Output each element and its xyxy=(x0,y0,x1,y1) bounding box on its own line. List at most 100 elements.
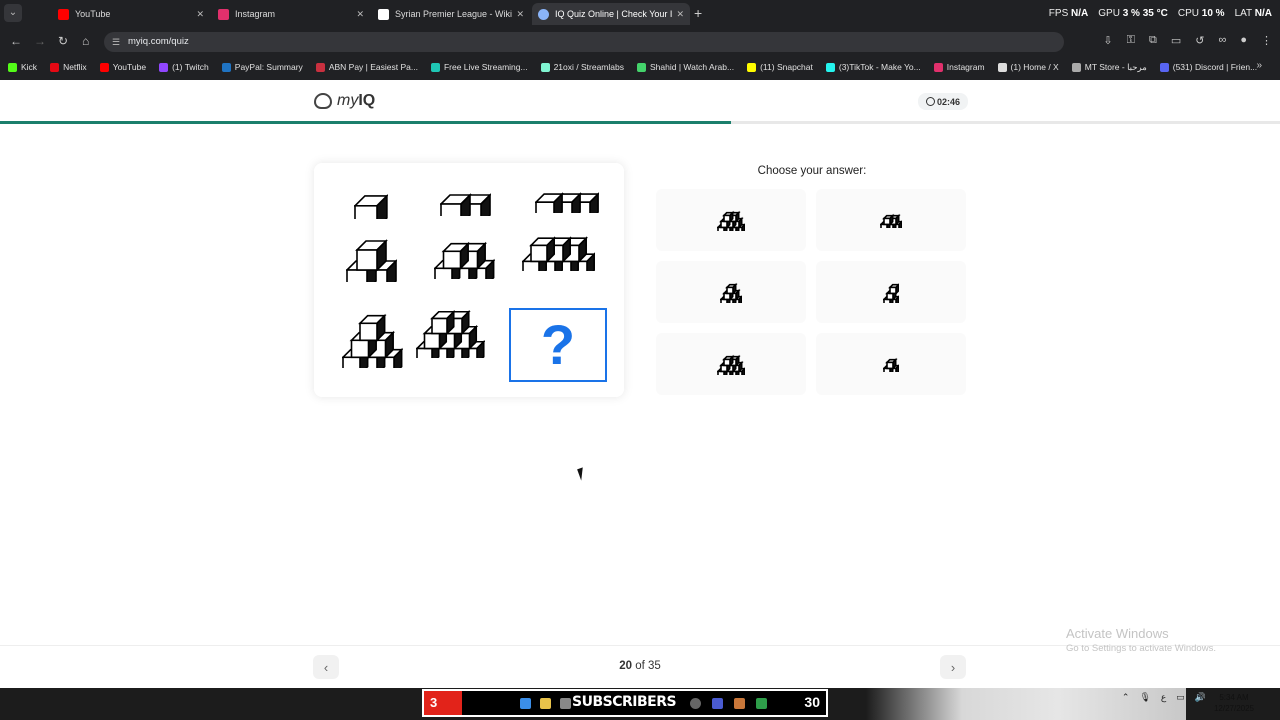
xbox-icon[interactable] xyxy=(756,698,767,709)
url-input[interactable]: ☰ myiq.com/quiz xyxy=(104,32,1064,52)
language-icon[interactable]: ع xyxy=(1161,692,1166,703)
new-tab-button[interactable]: + xyxy=(694,5,702,21)
page-icon xyxy=(538,8,549,20)
timer-value: 02:46 xyxy=(936,96,961,107)
puzzle-cell xyxy=(439,185,492,226)
volume-icon[interactable]: 🔊 xyxy=(1195,692,1206,703)
bookmark-label: (11) Snapchat xyxy=(760,62,813,72)
translate-icon[interactable]: ⧉ xyxy=(1149,34,1157,47)
link-icon[interactable]: ∞ xyxy=(1219,34,1227,47)
bookmark-label: Free Live Streaming... xyxy=(443,62,528,72)
bookmark-item[interactable]: YouTube xyxy=(99,62,146,72)
bookmark-icon xyxy=(997,62,1007,72)
url-text: myiq.com/quiz xyxy=(128,36,189,47)
tab-wikipedia[interactable]: Syrian Premier League - Wikipe ✕ xyxy=(372,3,530,25)
subscriber-banner: 3 SUBSCRIBERS 30 xyxy=(422,689,828,717)
bookmark-item[interactable]: MT Store - مرحبا xyxy=(1071,62,1147,73)
app-icon[interactable] xyxy=(690,698,701,709)
menu-icon[interactable]: ⋮ xyxy=(1261,34,1272,47)
bookmark-label: (1) Twitch xyxy=(172,62,209,72)
bookmark-item[interactable]: (531) Discord | Frien... xyxy=(1159,62,1258,72)
wikipedia-icon xyxy=(378,8,389,20)
bookmark-item[interactable]: Free Live Streaming... xyxy=(430,62,528,72)
answer-option-2[interactable] xyxy=(816,189,966,251)
bookmark-item[interactable]: Kick xyxy=(8,62,37,72)
bookmark-icon xyxy=(636,62,646,72)
bookmark-item[interactable]: PayPal: Summary xyxy=(221,62,303,72)
app-icon[interactable] xyxy=(560,698,571,709)
tab-search-icon[interactable]: ⌄ xyxy=(4,4,22,22)
progress-fill xyxy=(0,121,731,124)
chevron-up-icon[interactable]: ⌃ xyxy=(1122,692,1130,703)
system-clock[interactable]: 5:34 AM 12/27/2025 xyxy=(1208,692,1260,714)
banner-text: SUBSCRIBERS xyxy=(572,694,677,710)
brain-icon xyxy=(314,93,332,109)
bookmark-icon xyxy=(430,62,440,72)
close-icon[interactable]: ✕ xyxy=(676,9,684,20)
microphone-icon[interactable]: 🎙 xyxy=(1139,692,1150,703)
browser-chrome: ⌄ YouTube ✕ Instagram ✕ Syrian Premier L… xyxy=(0,0,1280,80)
history-icon[interactable]: ↺ xyxy=(1195,34,1204,47)
answer-option-4[interactable] xyxy=(816,261,966,323)
answer-option-5[interactable] xyxy=(656,333,806,395)
file-explorer-icon[interactable] xyxy=(540,698,551,709)
bookmark-item[interactable]: 21oxi / Streamlabs xyxy=(540,62,624,72)
question-mark-icon: ? xyxy=(540,313,576,376)
tab-label: IQ Quiz Online | Check Your IQ xyxy=(555,9,673,19)
bookmark-icon xyxy=(825,62,835,72)
wallet-icon[interactable]: ▭ xyxy=(1171,34,1181,47)
bookmark-label: ABN Pay | Easiest Pa... xyxy=(328,62,418,72)
bookmark-icon xyxy=(1071,62,1081,72)
network-icon[interactable]: ▭ xyxy=(1176,692,1185,703)
tab-label: Syrian Premier League - Wikipe xyxy=(395,9,513,19)
bookmark-label: (531) Discord | Frien... xyxy=(1172,62,1258,72)
answer-option-3[interactable] xyxy=(656,261,806,323)
download-icon[interactable]: ⇩ xyxy=(1103,34,1112,47)
previous-button[interactable]: ‹ xyxy=(313,655,339,679)
bookmark-item[interactable]: (1) Twitch xyxy=(159,62,209,72)
tab-youtube[interactable]: YouTube ✕ xyxy=(52,3,210,25)
bookmark-item[interactable]: (1) Home / X xyxy=(997,62,1059,72)
puzzle-matrix: ? xyxy=(314,163,624,397)
bookmark-item[interactable]: Instagram xyxy=(933,62,985,72)
bookmark-item[interactable]: ABN Pay | Easiest Pa... xyxy=(315,62,418,72)
app-icon[interactable] xyxy=(734,698,745,709)
bookmark-label: PayPal: Summary xyxy=(234,62,303,72)
bookmark-label: Kick xyxy=(21,62,38,72)
tab-iq-quiz[interactable]: IQ Quiz Online | Check Your IQ ✕ xyxy=(532,3,690,25)
next-button[interactable]: › xyxy=(940,655,966,679)
close-icon[interactable]: ✕ xyxy=(516,9,524,20)
puzzle-cell xyxy=(345,231,398,292)
chevron-left-icon: ‹ xyxy=(323,659,329,675)
bookmark-icon xyxy=(221,62,231,72)
performance-overlay: FPS N/A GPU 3 % 35 °C CPU 10 % LAT N/A xyxy=(1048,8,1272,19)
site-header: myIQ 02:46 xyxy=(0,80,1280,123)
site-info-icon[interactable]: ☰ xyxy=(112,32,120,52)
close-icon[interactable]: ✕ xyxy=(356,9,364,20)
logo[interactable]: myIQ xyxy=(314,92,375,110)
windows-start-icon[interactable] xyxy=(520,698,531,709)
reload-icon[interactable]: ↻ xyxy=(58,34,68,48)
chevron-right-icon[interactable]: » xyxy=(1256,60,1262,71)
forward-arrow-icon[interactable]: → xyxy=(34,34,46,48)
bookmark-icon xyxy=(50,62,60,72)
key-icon[interactable]: ⚿ xyxy=(1127,34,1135,47)
profile-avatar[interactable]: ● xyxy=(1240,34,1247,47)
banner-left-count: 3 xyxy=(424,691,462,715)
close-icon[interactable]: ✕ xyxy=(196,9,204,20)
youtube-icon xyxy=(58,8,69,20)
bookmark-label: Netflix xyxy=(63,62,87,72)
answer-option-6[interactable] xyxy=(816,333,966,395)
mouse-cursor xyxy=(577,467,587,481)
bookmark-item[interactable]: (11) Snapchat xyxy=(747,62,813,72)
bookmark-label: Shahid | Watch Arab... xyxy=(649,62,735,72)
bookmark-item[interactable]: (3)TikTok - Make Yo... xyxy=(825,62,921,72)
puzzle-cell xyxy=(341,307,404,377)
tab-instagram[interactable]: Instagram ✕ xyxy=(212,3,370,25)
bookmark-item[interactable]: Netflix xyxy=(50,62,87,72)
home-icon[interactable]: ⌂ xyxy=(82,34,89,48)
app-icon[interactable] xyxy=(712,698,723,709)
bookmark-item[interactable]: Shahid | Watch Arab... xyxy=(636,62,735,72)
back-arrow-icon[interactable]: ← xyxy=(10,34,22,48)
answer-option-1[interactable] xyxy=(656,189,806,251)
